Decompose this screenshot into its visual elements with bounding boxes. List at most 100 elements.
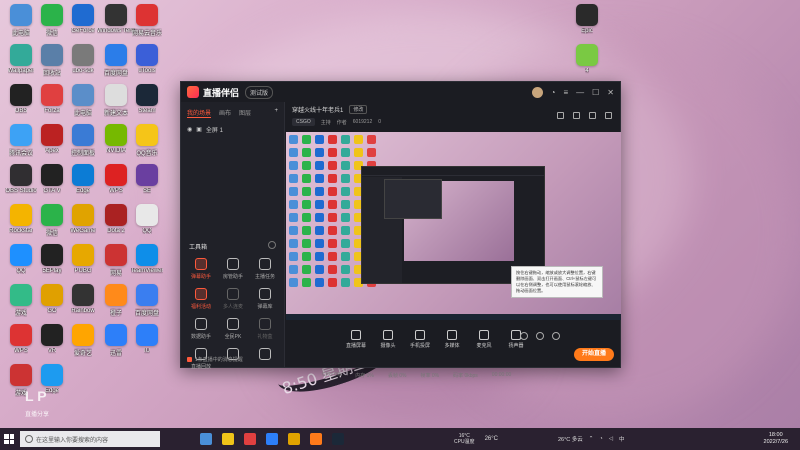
taskbar-clock[interactable]: 18:00 2022/7/26 [764,432,788,446]
desktop-icon[interactable]: 4 [571,44,603,74]
tool-button[interactable]: 弹幕库 [249,288,281,310]
desktop-icon[interactable]: WPS [100,164,132,194]
edit-title-button[interactable]: 修改 [349,104,368,114]
desktop-icon[interactable]: 微信 [36,204,68,237]
share-icon[interactable] [605,112,612,119]
desktop-icon[interactable]: QQ [131,204,163,234]
desktop-icon[interactable]: NVIDIA [100,124,132,154]
chevron-up-icon[interactable]: ⌃ [589,436,594,442]
bell-icon[interactable]: ◔ [551,88,556,97]
desktop-icon[interactable]: 爱奇艺 [67,324,99,357]
start-live-button[interactable]: 开始直播 [574,348,614,361]
taskbar-app-icon[interactable] [266,433,278,445]
version-badge[interactable]: 测试版 [245,85,274,99]
close-icon[interactable]: ✕ [607,88,614,97]
desktop-icon[interactable]: TeamViewer [131,244,163,274]
tool-button[interactable]: 数据助手 [185,318,217,340]
taskbar-app-icon[interactable] [288,433,300,445]
gift-icon[interactable] [557,112,564,119]
desktop-icon[interactable]: Windows Terminal [97,4,135,34]
desktop-icon[interactable]: Epic [571,4,603,34]
desktop-icon[interactable]: 腾讯会议 [5,124,37,157]
toolbox-more-icon[interactable] [268,241,276,249]
temperature-widget[interactable]: 26°C [485,436,498,442]
gear-icon[interactable] [552,332,560,340]
desktop-icon[interactable]: QQ [5,244,37,274]
desktop-icon[interactable]: Apex [36,124,68,154]
desktop-icon[interactable]: 橙子 [100,284,132,317]
tab-canvas[interactable]: 画布 [219,108,231,118]
desktop-icon[interactable]: 游戏 [5,284,37,317]
room-meta-item[interactable]: CSGO [292,118,315,126]
desktop-icon[interactable]: SE [131,164,163,194]
view-icon[interactable] [536,332,544,340]
network-icon[interactable]: ◔ [599,436,602,442]
scene-item[interactable]: ◉ ▣ 全屏 1 [181,122,284,137]
tool-button[interactable]: 礼物盒 [249,318,281,340]
cpu-temp-widget[interactable]: 16°C CPU温度 [454,433,475,445]
desktop-icon[interactable]: GO [36,284,68,314]
source-button[interactable]: 直播屏幕 [342,330,370,349]
minimize-icon[interactable]: — [576,88,584,97]
lock-icon[interactable]: ▣ [196,126,202,133]
app-title-bar[interactable]: 直播伴侣 测试版 ◔ ≡ — ☐ ✕ [181,82,620,102]
desktop-icon[interactable]: 回收站 [36,44,68,77]
tool-button[interactable]: 主播任务 [249,258,281,280]
desktop-icon[interactable]: GeForce [67,4,99,34]
settings-icon[interactable] [589,112,596,119]
tab-my-scenes[interactable]: 我的场景 [187,108,212,118]
tool-button[interactable]: 房管助手 [217,258,249,280]
desktop-icon[interactable]: 百度网盘 [100,44,132,77]
desktop-icon[interactable]: 网易 [100,244,132,277]
desktop-icon[interactable]: GTA V [36,164,68,194]
desktop-icon[interactable]: 此电脑 [67,84,99,117]
tab-layers[interactable]: 图层 [239,108,251,118]
source-button[interactable]: 手机投屏 [406,330,434,349]
taskbar-search[interactable]: 在这里输入你要搜索的内容 [20,431,160,447]
stream-preview[interactable]: 按住右键拖动，缩放或放大调整位置，右键删除画面、双击打开画面、Ctrl+鼠标左键… [286,132,621,320]
source-button[interactable]: 摄像头 [374,330,402,349]
desktop-icon[interactable]: Edge [67,164,99,194]
desktop-icon[interactable]: OBS [5,84,37,114]
source-button[interactable]: 多媒体 [438,330,466,349]
desktop-icon[interactable]: 此电脑 [5,4,37,37]
maximize-icon[interactable]: ☐ [592,88,599,97]
weather-text[interactable]: 26°C 多云 [558,435,583,443]
desktop-icon[interactable]: Dota 2 [100,204,132,234]
desktop-icon[interactable]: OBS Studio [5,164,37,194]
desktop-icon[interactable]: Rockstar [5,204,37,234]
desktop-icon[interactable]: PUBG [67,244,99,274]
desktop-icon[interactable]: Forza [36,84,68,114]
desktop-icon[interactable]: Rainbow [67,284,99,314]
tool-button[interactable]: 全民PK [217,318,249,340]
add-scene-icon[interactable]: + [274,108,278,118]
desktop-icon[interactable]: 微信 [36,4,68,37]
desktop-icon[interactable]: uTools [131,44,163,74]
desktop-icon[interactable]: 控制面板 [67,124,99,157]
volume-icon[interactable]: ◁ [609,436,613,442]
desktop-icon[interactable]: QQ音乐 [131,124,163,157]
desktop-icon[interactable]: WeGame [67,204,99,234]
menu-icon[interactable]: ≡ [563,88,568,97]
bag-icon[interactable] [573,112,580,119]
source-button[interactable]: 麦克风 [470,330,498,349]
desktop-icon[interactable]: Steam [131,84,163,114]
taskbar-app-icon[interactable] [310,433,322,445]
desktop-icon[interactable]: VR [36,324,68,354]
tool-button[interactable]: 福利活动 [185,288,217,310]
tool-button[interactable]: 弹幕助手 [185,258,217,280]
start-button[interactable] [0,428,18,450]
desktop-icon[interactable]: 网易云音乐 [131,4,163,37]
taskbar-app-icon[interactable] [200,433,212,445]
user-avatar[interactable] [531,86,543,98]
desktop-icon[interactable]: 5EPlay [36,244,68,274]
desktop-icon[interactable]: 迅雷 [100,324,132,357]
eye-icon[interactable]: ◉ [187,126,192,133]
desktop-icon[interactable]: Wallpaper [5,44,37,74]
notice-bar[interactable]: 1条直播中的消息提醒 [187,356,243,363]
record-icon[interactable] [520,332,528,340]
taskbar-app-icon[interactable] [222,433,234,445]
ime-icon[interactable]: 中 [619,435,625,443]
taskbar-app-icon[interactable] [244,433,256,445]
desktop-icon[interactable]: ubo-sdk [67,44,99,74]
